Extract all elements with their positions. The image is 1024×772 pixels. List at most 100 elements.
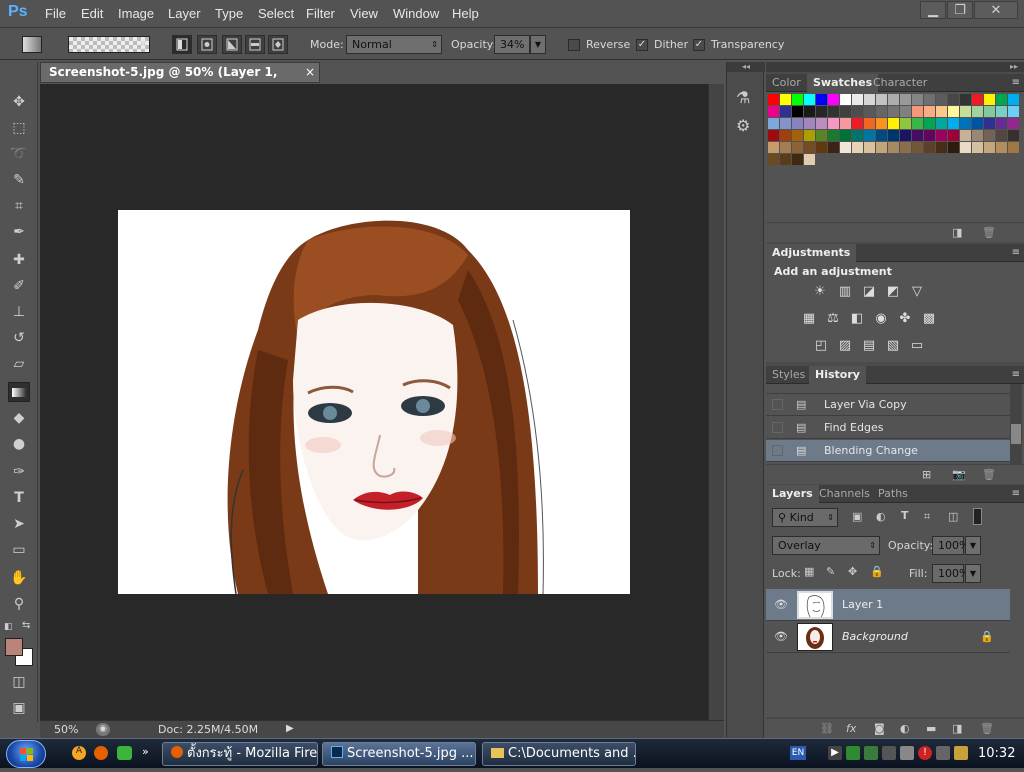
fx-icon[interactable]: fx: [846, 722, 856, 735]
swatch[interactable]: [840, 142, 851, 153]
tray-speaker-icon[interactable]: [900, 746, 914, 760]
swatch[interactable]: [984, 118, 995, 129]
eyedropper-tool-icon[interactable]: ✒: [8, 222, 30, 242]
swatch[interactable]: [780, 142, 791, 153]
threshold-icon[interactable]: ▤: [860, 338, 878, 354]
swatch[interactable]: [876, 94, 887, 105]
swatch[interactable]: [948, 94, 959, 105]
swatch[interactable]: [840, 106, 851, 117]
swatch[interactable]: [1008, 118, 1019, 129]
swatch[interactable]: [876, 142, 887, 153]
brush-tool-icon[interactable]: ✐: [8, 276, 30, 296]
tray-network-icon[interactable]: [846, 746, 860, 760]
swatch[interactable]: [828, 106, 839, 117]
swatch[interactable]: [996, 130, 1007, 141]
swatch[interactable]: [996, 106, 1007, 117]
curves-icon[interactable]: ◪: [860, 284, 878, 300]
swatch[interactable]: [816, 130, 827, 141]
tray-media-icon[interactable]: ▶: [828, 746, 842, 760]
swatch[interactable]: [804, 130, 815, 141]
quicklaunch-line-icon[interactable]: [117, 746, 132, 760]
blur-tool-icon[interactable]: ◆: [8, 408, 30, 428]
swatch[interactable]: [960, 118, 971, 129]
swatches-grid[interactable]: [766, 92, 1024, 242]
color-balance-icon[interactable]: ⚖: [824, 311, 842, 327]
panels-expand-icon[interactable]: ▸▸: [766, 62, 1024, 72]
task-photoshop[interactable]: Screenshot-5.jpg ...: [322, 742, 476, 766]
healing-brush-tool-icon[interactable]: ✚: [8, 250, 30, 270]
tool-presets-icon[interactable]: ⚙: [736, 116, 750, 135]
swatch[interactable]: [768, 154, 779, 165]
swatch[interactable]: [924, 130, 935, 141]
zoom-level[interactable]: 50%: [54, 723, 78, 736]
swatch[interactable]: [888, 106, 899, 117]
transparency-checkbox[interactable]: ✓: [693, 39, 705, 51]
foreground-color-swatch[interactable]: [5, 638, 23, 656]
swatch[interactable]: [840, 130, 851, 141]
pen-tool-icon[interactable]: ✑: [8, 462, 30, 482]
quick-selection-tool-icon[interactable]: ✎: [8, 170, 30, 190]
radial-gradient-button[interactable]: [197, 35, 217, 54]
invert-icon[interactable]: ◰: [812, 338, 830, 354]
swatch[interactable]: [852, 118, 863, 129]
move-tool-icon[interactable]: ✥: [8, 92, 30, 112]
path-selection-tool-icon[interactable]: ➤: [8, 514, 30, 534]
swatch[interactable]: [768, 130, 779, 141]
photo-filter-icon[interactable]: ◉: [872, 311, 890, 327]
posterize-icon[interactable]: ▨: [836, 338, 854, 354]
angle-gradient-button[interactable]: [222, 35, 242, 54]
linear-gradient-button[interactable]: [172, 35, 192, 54]
swap-colors-icon[interactable]: ⇆: [22, 620, 30, 631]
list-item[interactable]: ▤ Blending Change: [766, 440, 1010, 462]
swatch[interactable]: [1008, 142, 1019, 153]
swatch[interactable]: [960, 94, 971, 105]
swatch[interactable]: [804, 154, 815, 165]
swatch[interactable]: [816, 118, 827, 129]
tab-styles[interactable]: Styles: [766, 366, 811, 384]
opacity-dropdown-icon[interactable]: ▼: [530, 35, 546, 54]
swatch[interactable]: [792, 130, 803, 141]
swatch[interactable]: [888, 130, 899, 141]
tray-app-icon[interactable]: [864, 746, 878, 760]
tab-layers[interactable]: Layers: [766, 485, 819, 503]
swatch[interactable]: [780, 118, 791, 129]
document-tab[interactable]: Screenshot-5.jpg @ 50% (Layer 1, RGB/8) …: [40, 62, 320, 98]
swatch[interactable]: [888, 118, 899, 129]
swatch[interactable]: [852, 142, 863, 153]
camera-icon[interactable]: 📷: [952, 468, 966, 481]
rectangle-tool-icon[interactable]: ▭: [8, 540, 30, 560]
swatch[interactable]: [972, 130, 983, 141]
swatch[interactable]: [948, 118, 959, 129]
trash-icon[interactable]: 🗑: [982, 226, 996, 239]
swatch[interactable]: [780, 154, 791, 165]
swatch[interactable]: [984, 130, 995, 141]
swatch[interactable]: [972, 94, 983, 105]
panel-menu-icon[interactable]: ≡: [1012, 488, 1020, 499]
trash-icon[interactable]: 🗑: [982, 468, 996, 481]
layer-opacity-dropdown-icon[interactable]: ▼: [965, 536, 981, 555]
brush-presets-icon[interactable]: ⚗: [736, 88, 750, 107]
opacity-input[interactable]: 34%: [494, 35, 530, 54]
swatch[interactable]: [828, 118, 839, 129]
tab-paths[interactable]: Paths: [872, 485, 914, 503]
reflected-gradient-button[interactable]: [245, 35, 265, 54]
default-colors-icon[interactable]: ◧: [4, 622, 13, 632]
trash-icon[interactable]: 🗑: [980, 722, 994, 735]
close-tab-icon[interactable]: ×: [305, 63, 315, 82]
menu-help[interactable]: Help: [452, 6, 479, 21]
swatch[interactable]: [804, 118, 815, 129]
layer-row-layer-1[interactable]: 👁 Layer 1: [766, 589, 1010, 621]
panel-menu-icon[interactable]: ≡: [1012, 77, 1020, 88]
swatch[interactable]: [984, 106, 995, 117]
menu-window[interactable]: Window: [393, 6, 439, 21]
swatch[interactable]: [900, 142, 911, 153]
layer-opacity-input[interactable]: 100%: [932, 536, 969, 555]
swatch[interactable]: [1008, 94, 1019, 105]
dither-checkbox[interactable]: ✓: [636, 39, 648, 51]
swatch[interactable]: [816, 94, 827, 105]
tray-monitor-icon[interactable]: [936, 746, 950, 760]
gradient-map-icon[interactable]: ▭: [908, 338, 926, 354]
quicklaunch-avast-icon[interactable]: A: [72, 746, 86, 760]
vibrance-icon[interactable]: ▽: [908, 284, 926, 300]
swatch[interactable]: [852, 94, 863, 105]
